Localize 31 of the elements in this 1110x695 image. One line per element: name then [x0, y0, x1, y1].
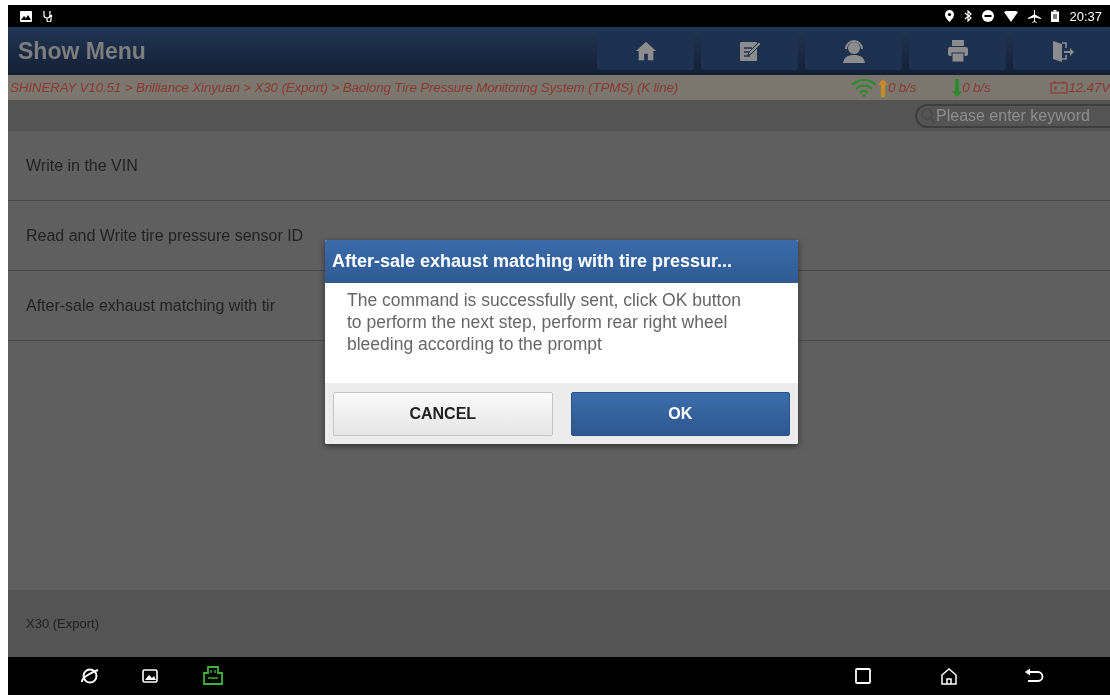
picture-icon: [20, 10, 32, 22]
location-icon: [945, 10, 955, 22]
recent-apps-icon[interactable]: [855, 668, 871, 684]
upload-arrow-icon: [877, 78, 888, 97]
stethoscope-icon: [42, 10, 54, 22]
cancel-button[interactable]: CANCEL: [333, 392, 553, 436]
battery-icon: [1051, 10, 1060, 22]
wifi-icon: [849, 78, 878, 97]
ok-button[interactable]: OK: [570, 392, 790, 436]
car-battery-icon: [1050, 81, 1069, 94]
breadcrumb-path: SHINERAY V10.51 > Brilliance Xinyuan > X30 (Export) > Baolong Tire Pressure Monitoring System (TPMS) (K line): [10, 80, 680, 95]
dialog-title: After-sale exhaust matching with tire pressur...: [332, 251, 733, 272]
wifi-icon: [1004, 10, 1019, 22]
search-field[interactable]: Please enter keyword: [915, 103, 1110, 128]
bluetooth-icon: [964, 10, 973, 22]
dialog-message: The command is successfully sent, click OK button to perform the next step, perform rear right wheel bleeding according to the prompt: [346, 289, 742, 356]
browser-planet-icon[interactable]: [80, 666, 100, 686]
vci-connector-icon[interactable]: [202, 666, 224, 686]
gallery-icon[interactable]: [142, 669, 158, 683]
menu-item[interactable]: After-sale exhaust matching with tir: [26, 296, 275, 315]
home-icon[interactable]: [940, 667, 958, 685]
menu-item[interactable]: Write in the VIN: [26, 156, 138, 175]
clock-time: 20:37: [1069, 8, 1102, 24]
menu-item[interactable]: Read and Write tire pressure sensor ID: [26, 226, 304, 245]
do-not-disturb-icon: [982, 10, 995, 22]
download-arrow-icon: [952, 78, 963, 97]
upload-speed: 0 b/s: [887, 80, 917, 95]
download-speed: 0 b/s: [962, 80, 991, 95]
page-title: Show Menu: [18, 37, 147, 65]
back-icon[interactable]: [1024, 668, 1044, 684]
airplane-icon: [1028, 9, 1042, 23]
